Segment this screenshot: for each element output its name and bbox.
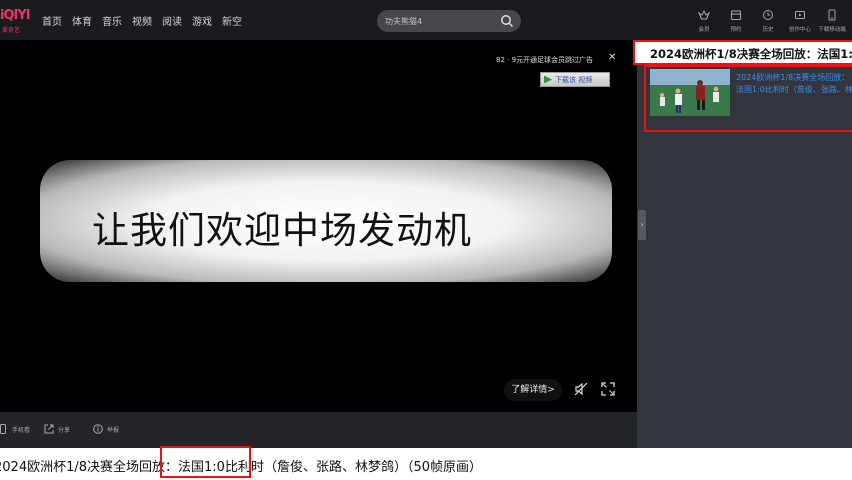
nav-item-music[interactable]: 音乐 <box>102 13 122 28</box>
mute-icon[interactable] <box>573 381 589 397</box>
tool-label: 历史 <box>762 27 774 33</box>
video-title-suffix: （詹俊、张路、林梦鸽）（50帧原画） <box>263 460 482 475</box>
tool-label: 会员 <box>698 27 710 33</box>
logo-subtext: 爱奇艺 <box>2 27 21 34</box>
logo-text: iQIYI <box>0 8 31 23</box>
ad-close-icon[interactable]: ✕ <box>608 52 616 63</box>
player-action-bar: 手机看 分享 举报 <box>0 412 637 448</box>
tool-creator[interactable]: 创作中心 <box>784 9 816 33</box>
download-video-button[interactable]: 下载该 视频 <box>540 72 610 87</box>
app-logo[interactable]: iQIYI 爱奇艺 <box>0 8 31 34</box>
mobile-watch-button[interactable]: 手机看 <box>0 424 30 434</box>
nav-item-video[interactable]: 视频 <box>132 13 152 28</box>
vip-icon <box>698 9 710 20</box>
nav-item-games[interactable]: 游戏 <box>192 13 212 28</box>
search-icon[interactable] <box>500 14 514 28</box>
info-icon <box>93 424 103 434</box>
download-icon <box>828 9 836 21</box>
share-icon <box>44 424 54 434</box>
report-button[interactable]: 举报 <box>93 424 119 434</box>
nav-item-home[interactable]: 首页 <box>42 13 62 28</box>
tool-label: 下载移动端 <box>818 27 846 33</box>
ad-skip-note[interactable]: 82 · 9元开通足球会员跳过广告 <box>496 55 593 65</box>
phone-icon <box>0 424 6 434</box>
mobile-watch-label: 手机看 <box>12 426 31 434</box>
video-title-prefix: 2024欧洲杯1/8决赛全场回放： <box>0 460 179 475</box>
share-button[interactable]: 分享 <box>44 424 70 434</box>
nav-item-new[interactable]: 新空 <box>222 13 242 28</box>
bottom-title-bar: 2024欧洲杯1/8决赛全场回放：法国1:0比利时（詹俊、张路、林梦鸽）（50帧… <box>0 448 852 480</box>
share-label: 分享 <box>58 426 71 434</box>
tool-reserve[interactable]: 预约 <box>720 9 752 33</box>
tool-history[interactable]: 历史 <box>752 9 784 33</box>
recommended-video-title[interactable]: 2024欧洲杯1/8决赛全场回放：法国1:0比利时（詹俊、张路、林 <box>736 72 852 96</box>
recommended-video-thumbnail[interactable] <box>650 69 730 116</box>
creator-icon <box>795 11 805 19</box>
search-input[interactable] <box>385 14 495 28</box>
report-label: 举报 <box>107 426 120 434</box>
sidebar-title: 2024欧洲杯1/8决赛全场回放：法国1:0比 <box>650 47 852 61</box>
tool-label: 创作中心 <box>788 27 811 33</box>
nav-item-reading[interactable]: 阅读 <box>162 13 182 28</box>
tool-vip[interactable]: 会员 <box>688 9 720 33</box>
sidebar-collapse-toggle[interactable]: › <box>638 210 646 240</box>
fullscreen-icon[interactable] <box>600 381 616 397</box>
search-box <box>377 10 521 32</box>
football-scene-image <box>650 69 730 116</box>
history-icon <box>763 10 773 20</box>
nav-item-sports[interactable]: 体育 <box>72 13 92 28</box>
tool-label: 预约 <box>730 27 742 33</box>
video-caption: 让我们欢迎中场发动机 <box>92 209 472 252</box>
download-video-label: 下载该 视频 <box>555 75 593 84</box>
main-nav: 首页 体育 音乐 视频 阅读 游戏 新空 <box>42 13 242 28</box>
toolbar: 会员 预约 历史 创作中心 下载移动端 <box>688 9 848 33</box>
learn-more-button[interactable]: 了解详情> <box>504 379 562 401</box>
tool-download[interactable]: 下载移动端 <box>816 9 848 33</box>
play-icon <box>544 75 552 84</box>
video-player[interactable]: 下载该 视频 82 · 9元开通足球会员跳过广告 ✕ 让我们欢迎中场发动机 了解… <box>0 40 637 412</box>
calendar-icon <box>731 10 741 20</box>
title-highlight-box <box>160 446 251 478</box>
top-bar: iQIYI 爱奇艺 首页 体育 音乐 视频 阅读 游戏 新空 会员 预约 历史 <box>0 0 852 40</box>
